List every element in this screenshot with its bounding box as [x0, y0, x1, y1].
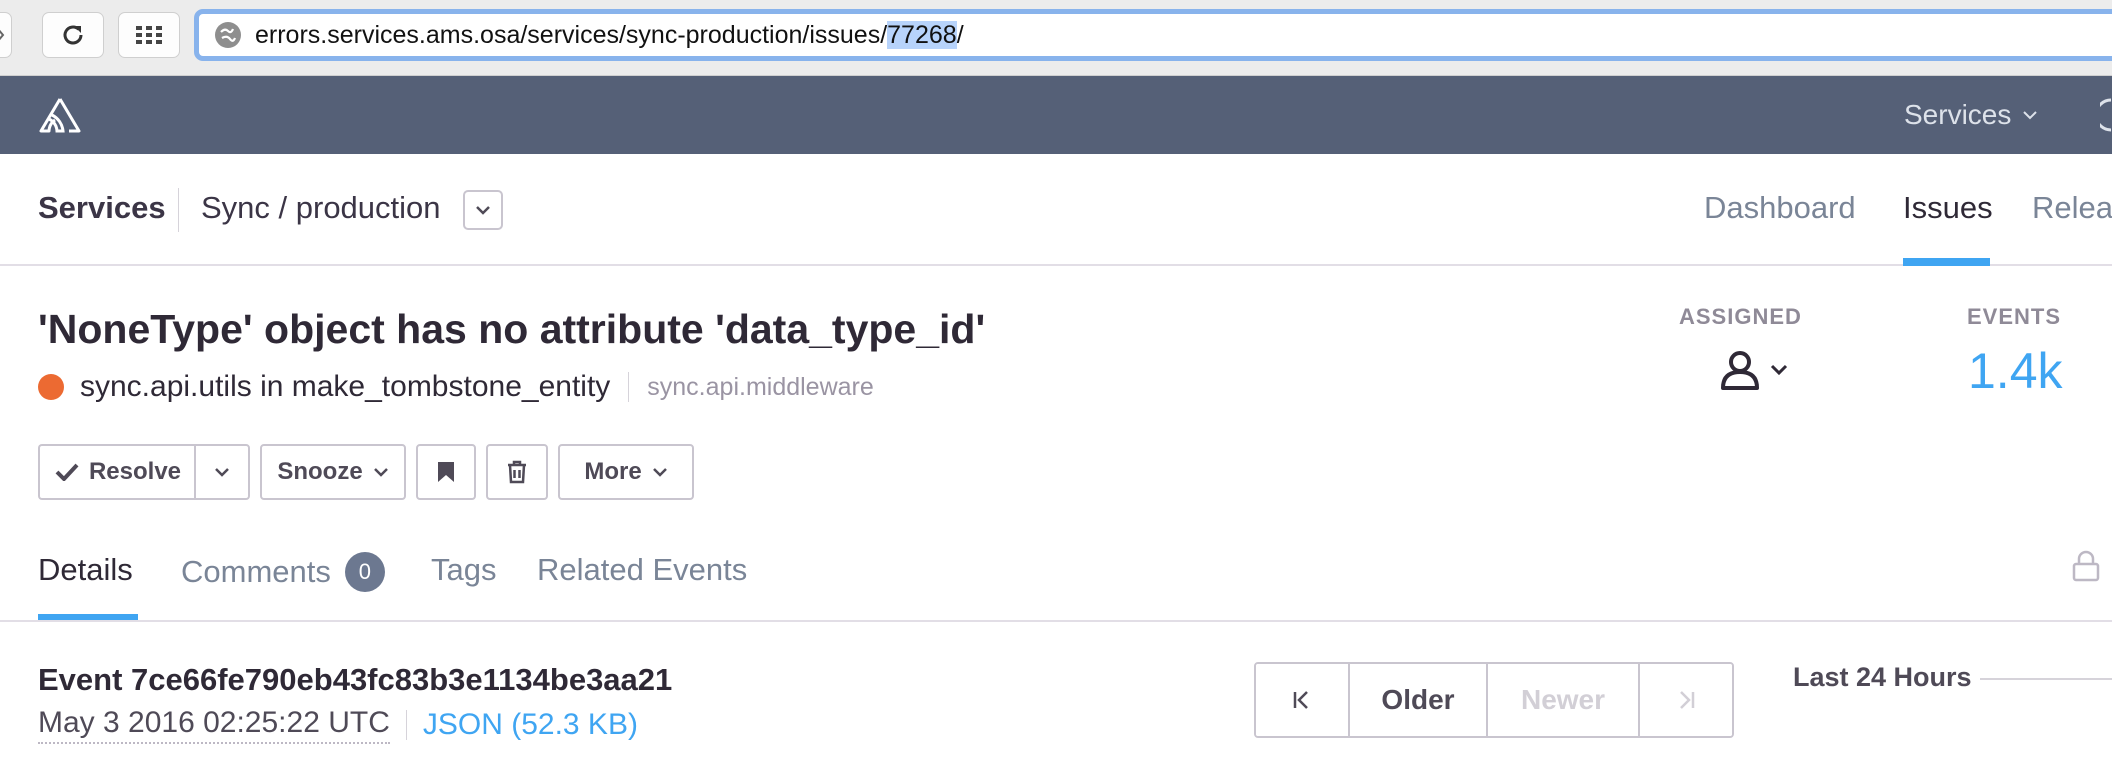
breadcrumb-divider	[178, 188, 179, 232]
oldest-event-button[interactable]	[1256, 664, 1350, 736]
apps-grid-icon	[136, 26, 162, 44]
assignee-selector[interactable]	[1718, 348, 1788, 392]
chevron-down-icon	[1770, 364, 1788, 376]
url-selection: 77268	[887, 20, 957, 49]
trash-icon	[508, 460, 526, 484]
events-count[interactable]: 1.4k	[1968, 342, 2063, 400]
issue-culprit: sync.api.utils in make_tombstone_entity	[80, 370, 611, 403]
project-dropdown-button[interactable]	[463, 190, 503, 230]
chevron-down-icon	[476, 206, 490, 215]
forward-button[interactable]	[0, 12, 12, 58]
chevron-down-icon	[652, 468, 667, 477]
checkmark-icon	[55, 463, 79, 481]
skip-last-icon	[1680, 691, 1695, 709]
url-text: errors.services.ams.osa/services/sync-pr…	[255, 20, 964, 49]
event-id: Event 7ce66fe790eb43fc83b3e1134be3aa21	[38, 662, 673, 697]
tab-comments-label: Comments	[181, 554, 331, 589]
org-breadcrumb[interactable]: Services	[38, 190, 166, 226]
error-level-indicator	[38, 374, 64, 400]
newest-event-button[interactable]	[1640, 664, 1732, 736]
issue-sub-culprit: sync.api.middleware	[647, 372, 874, 401]
chevron-down-icon	[373, 468, 388, 477]
reload-icon	[63, 25, 83, 45]
meta-divider	[405, 710, 407, 740]
tab-comments[interactable]: Comments 0	[181, 552, 385, 592]
more-label: More	[584, 458, 642, 485]
snooze-label: Snooze	[277, 458, 363, 485]
older-event-button[interactable]: Older	[1350, 664, 1488, 736]
time-range-label: Last 24 Hours	[1793, 662, 1972, 692]
reload-button[interactable]	[42, 12, 104, 58]
json-link[interactable]: JSON (52.3 KB)	[423, 708, 638, 742]
comments-count-badge: 0	[344, 552, 385, 592]
sentry-logo-icon[interactable]	[38, 96, 82, 134]
more-actions-button[interactable]: More	[558, 444, 694, 500]
chevron-down-icon	[215, 468, 229, 477]
site-info-icon	[215, 22, 241, 48]
apps-button[interactable]	[118, 12, 180, 58]
newer-event-button[interactable]: Newer	[1488, 664, 1640, 736]
resolve-options-button[interactable]	[194, 444, 250, 500]
events-label: EVENTS	[1967, 304, 2062, 329]
org-menu-label: Services	[1904, 99, 2012, 130]
snooze-button[interactable]: Snooze	[260, 444, 406, 500]
assigned-label: ASSIGNED	[1679, 304, 1802, 329]
address-bar[interactable]: errors.services.ams.osa/services/sync-pr…	[194, 9, 2112, 61]
tab-tags[interactable]: Tags	[431, 552, 496, 588]
chevron-right-icon	[0, 29, 5, 41]
culprit-divider	[628, 372, 630, 402]
tab-dashboard[interactable]: Dashboard	[1704, 190, 1856, 226]
event-meta: May 3 2016 02:25:22 UTC JSON (52.3 KB)	[38, 706, 638, 744]
lock-icon[interactable]	[2070, 550, 2102, 582]
issue-title: 'NoneType' object has no attribute 'data…	[38, 306, 986, 352]
browser-toolbar: errors.services.ams.osa/services/sync-pr…	[0, 0, 2112, 76]
tab-details[interactable]: Details	[38, 552, 133, 588]
tabs-divider	[0, 620, 2112, 622]
tab-releases[interactable]: Releases	[2032, 190, 2112, 226]
org-menu[interactable]: Services	[1904, 96, 2038, 134]
issue-culprit-row: sync.api.utils in make_tombstone_entity …	[38, 370, 874, 404]
bookmark-icon	[438, 462, 454, 482]
bookmark-button[interactable]	[416, 444, 476, 500]
event-date: May 3 2016 02:25:22 UTC	[38, 706, 390, 744]
tab-issues[interactable]: Issues	[1903, 190, 1993, 226]
event-pager: Older Newer	[1254, 662, 1734, 738]
user-icon	[1721, 351, 1759, 390]
skip-first-icon	[1293, 691, 1308, 709]
active-tab-indicator	[1903, 258, 1990, 266]
resolve-label: Resolve	[88, 458, 182, 485]
avatar-icon[interactable]	[2100, 98, 2112, 132]
time-range-line	[1980, 678, 2112, 680]
resolve-button[interactable]: Resolve	[38, 444, 196, 500]
project-breadcrumb[interactable]: Sync / production	[201, 190, 441, 226]
project-bar: Services Sync / production Dashboard Iss…	[0, 154, 2112, 266]
tab-related-events[interactable]: Related Events	[537, 552, 747, 588]
top-header: Services	[0, 76, 2112, 154]
delete-button[interactable]	[486, 444, 548, 500]
chevron-down-icon	[2023, 111, 2038, 120]
